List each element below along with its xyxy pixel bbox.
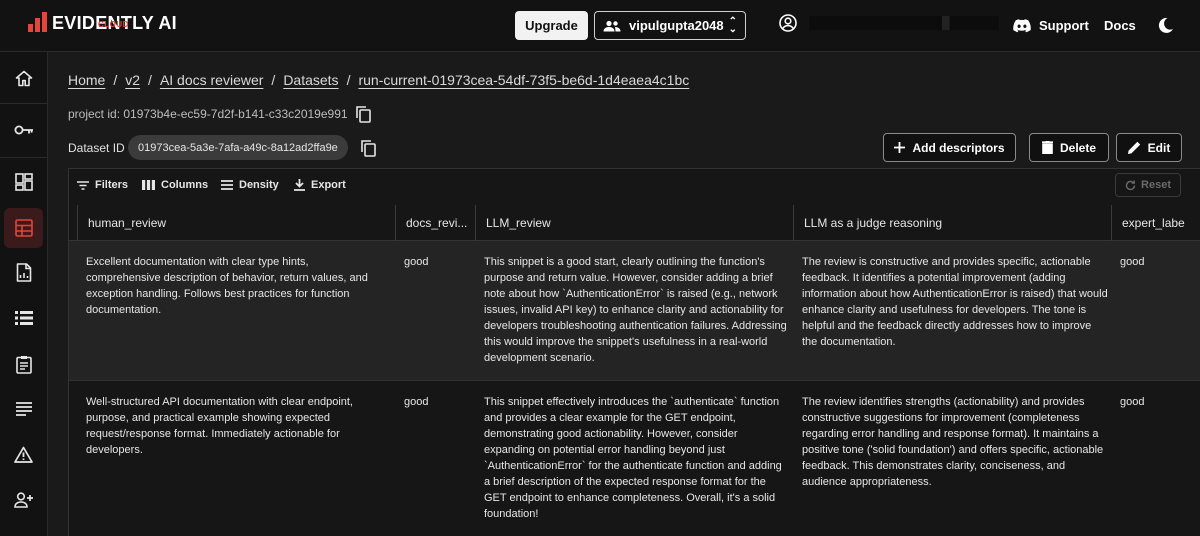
reset-label: Reset xyxy=(1141,179,1171,191)
support-link[interactable]: Support xyxy=(1013,18,1089,33)
group-icon xyxy=(603,20,621,31)
cell-docs-review: good xyxy=(404,396,429,408)
breadcrumb-separator: / xyxy=(148,72,152,88)
upgrade-button[interactable]: Upgrade xyxy=(515,11,588,40)
brand-sub: CLOUD xyxy=(98,20,129,29)
edit-label: Edit xyxy=(1147,140,1171,155)
columns-button[interactable]: Columns xyxy=(142,179,208,191)
columns-icon xyxy=(142,180,155,190)
dashboard-icon xyxy=(14,173,33,191)
breadcrumb-separator: / xyxy=(113,72,118,88)
cell-docs-review: good xyxy=(404,256,429,268)
breadcrumb-project[interactable]: v2 xyxy=(125,72,140,88)
alert-icon xyxy=(14,446,33,463)
breadcrumb-datasets[interactable]: Datasets xyxy=(283,72,338,88)
column-header-human-review[interactable]: human_review xyxy=(77,205,395,241)
delete-button[interactable]: Delete xyxy=(1029,133,1109,162)
trash-icon xyxy=(1041,141,1053,154)
table-row[interactable]: Excellent documentation with clear type … xyxy=(69,241,1200,381)
sidebar-item-alerts[interactable] xyxy=(4,434,43,474)
breadcrumb-separator: / xyxy=(271,72,276,88)
dataset-id-label: Dataset ID xyxy=(68,141,125,155)
org-selector[interactable]: vipulgupta2048 ⌃ ⌄ xyxy=(594,11,746,40)
cell-expert-label: good xyxy=(1120,256,1145,268)
breadcrumb: Home / v2 / AI docs reviewer / Datasets … xyxy=(68,72,689,88)
cell-llm-review: This snippet is a good start, clearly ou… xyxy=(484,256,787,364)
chevron-up-down-icon: ⌃ ⌄ xyxy=(728,15,737,35)
filter-icon xyxy=(77,180,89,190)
account-circle-icon xyxy=(779,14,797,32)
density-button[interactable]: Density xyxy=(221,179,279,191)
home-icon xyxy=(15,70,32,86)
support-label: Support xyxy=(1039,18,1089,33)
edit-button[interactable]: Edit xyxy=(1116,133,1182,162)
cell-llm-review: This snippet effectively introduces the … xyxy=(484,396,782,520)
clipboard-icon xyxy=(15,355,32,374)
list-icon xyxy=(14,311,33,325)
dark-mode-icon[interactable] xyxy=(1157,17,1174,34)
docs-link[interactable]: Docs xyxy=(1104,18,1136,33)
cell-judge-reasoning: The review is constructive and provides … xyxy=(802,256,1108,348)
download-icon xyxy=(294,179,305,191)
add-user-icon xyxy=(13,492,33,508)
sidebar-item-traces[interactable] xyxy=(4,389,43,429)
sidebar-divider xyxy=(0,157,48,158)
sidebar-item-dashboard[interactable] xyxy=(4,162,43,202)
dataset-table: Filters Columns Density Export Reset hum… xyxy=(68,168,1200,536)
breadcrumb-separator: / xyxy=(346,72,351,88)
reset-button[interactable]: Reset xyxy=(1115,173,1181,197)
copy-dataset-id-icon[interactable] xyxy=(361,140,376,157)
sidebar-item-tests[interactable] xyxy=(4,344,43,384)
sidebar xyxy=(0,52,48,536)
datasets-icon xyxy=(14,219,33,237)
key-icon xyxy=(14,125,33,135)
project-id: project id: 01973b4e-ec59-7d2f-b141-c33c… xyxy=(68,107,348,121)
cell-human-review: Well-structured API documentation with c… xyxy=(86,396,353,456)
top-bar: EVIDENTLY AI CLOUD Upgrade vipulgupta204… xyxy=(0,0,1200,52)
density-label: Density xyxy=(239,179,279,191)
filters-label: Filters xyxy=(95,179,129,191)
density-icon xyxy=(221,180,233,190)
breadcrumb-reviewer[interactable]: AI docs reviewer xyxy=(160,72,263,88)
column-header-llm-review[interactable]: LLM_review xyxy=(475,205,793,241)
column-header-docs-review[interactable]: docs_revi... xyxy=(395,205,475,241)
traces-icon xyxy=(15,402,32,416)
cell-expert-label: good xyxy=(1120,396,1145,408)
dataset-id-chip: 01973cea-5a3e-7afa-a49c-8a12ad2ffa9e xyxy=(128,135,348,160)
sidebar-item-list[interactable] xyxy=(4,298,43,338)
reports-icon xyxy=(16,262,31,282)
plus-icon xyxy=(894,142,906,153)
pencil-icon xyxy=(1127,141,1140,154)
cell-judge-reasoning: The review identifies strengths (actiona… xyxy=(802,396,1104,488)
reset-icon xyxy=(1125,180,1136,190)
column-header-judge-reasoning[interactable]: LLM as a judge reasoning xyxy=(793,205,1111,241)
table-toolbar: Filters Columns Density Export Reset xyxy=(69,169,1200,201)
account-menu[interactable] xyxy=(779,14,999,32)
logo-mark-icon xyxy=(28,12,47,32)
column-header-expert-label[interactable]: expert_labe xyxy=(1111,205,1200,241)
breadcrumb-run[interactable]: run-current-01973cea-54df-73f5-be6d-1d4e… xyxy=(358,72,689,88)
filters-button[interactable]: Filters xyxy=(77,179,128,191)
sidebar-item-api-keys[interactable] xyxy=(4,110,43,150)
sidebar-item-reports[interactable] xyxy=(4,252,43,292)
add-descriptors-label: Add descriptors xyxy=(912,140,1005,155)
export-label: Export xyxy=(311,179,346,191)
copy-project-id-icon[interactable] xyxy=(356,106,371,123)
cell-human-review: Excellent documentation with clear type … xyxy=(86,256,368,316)
sidebar-item-home[interactable] xyxy=(4,58,43,98)
columns-label: Columns xyxy=(161,179,209,191)
sidebar-divider xyxy=(0,103,48,104)
export-button[interactable]: Export xyxy=(294,179,346,191)
sidebar-item-members[interactable] xyxy=(4,480,43,520)
org-name: vipulgupta2048 xyxy=(629,18,724,33)
discord-icon xyxy=(1013,18,1031,32)
add-descriptors-button[interactable]: Add descriptors xyxy=(883,133,1016,162)
table-header: human_review docs_revi... LLM_review LLM… xyxy=(69,205,1200,241)
redacted-email xyxy=(809,16,999,30)
delete-label: Delete xyxy=(1059,140,1097,155)
table-row[interactable]: Well-structured API documentation with c… xyxy=(69,381,1200,536)
sidebar-item-datasets[interactable] xyxy=(4,208,43,248)
breadcrumb-home[interactable]: Home xyxy=(68,72,105,88)
